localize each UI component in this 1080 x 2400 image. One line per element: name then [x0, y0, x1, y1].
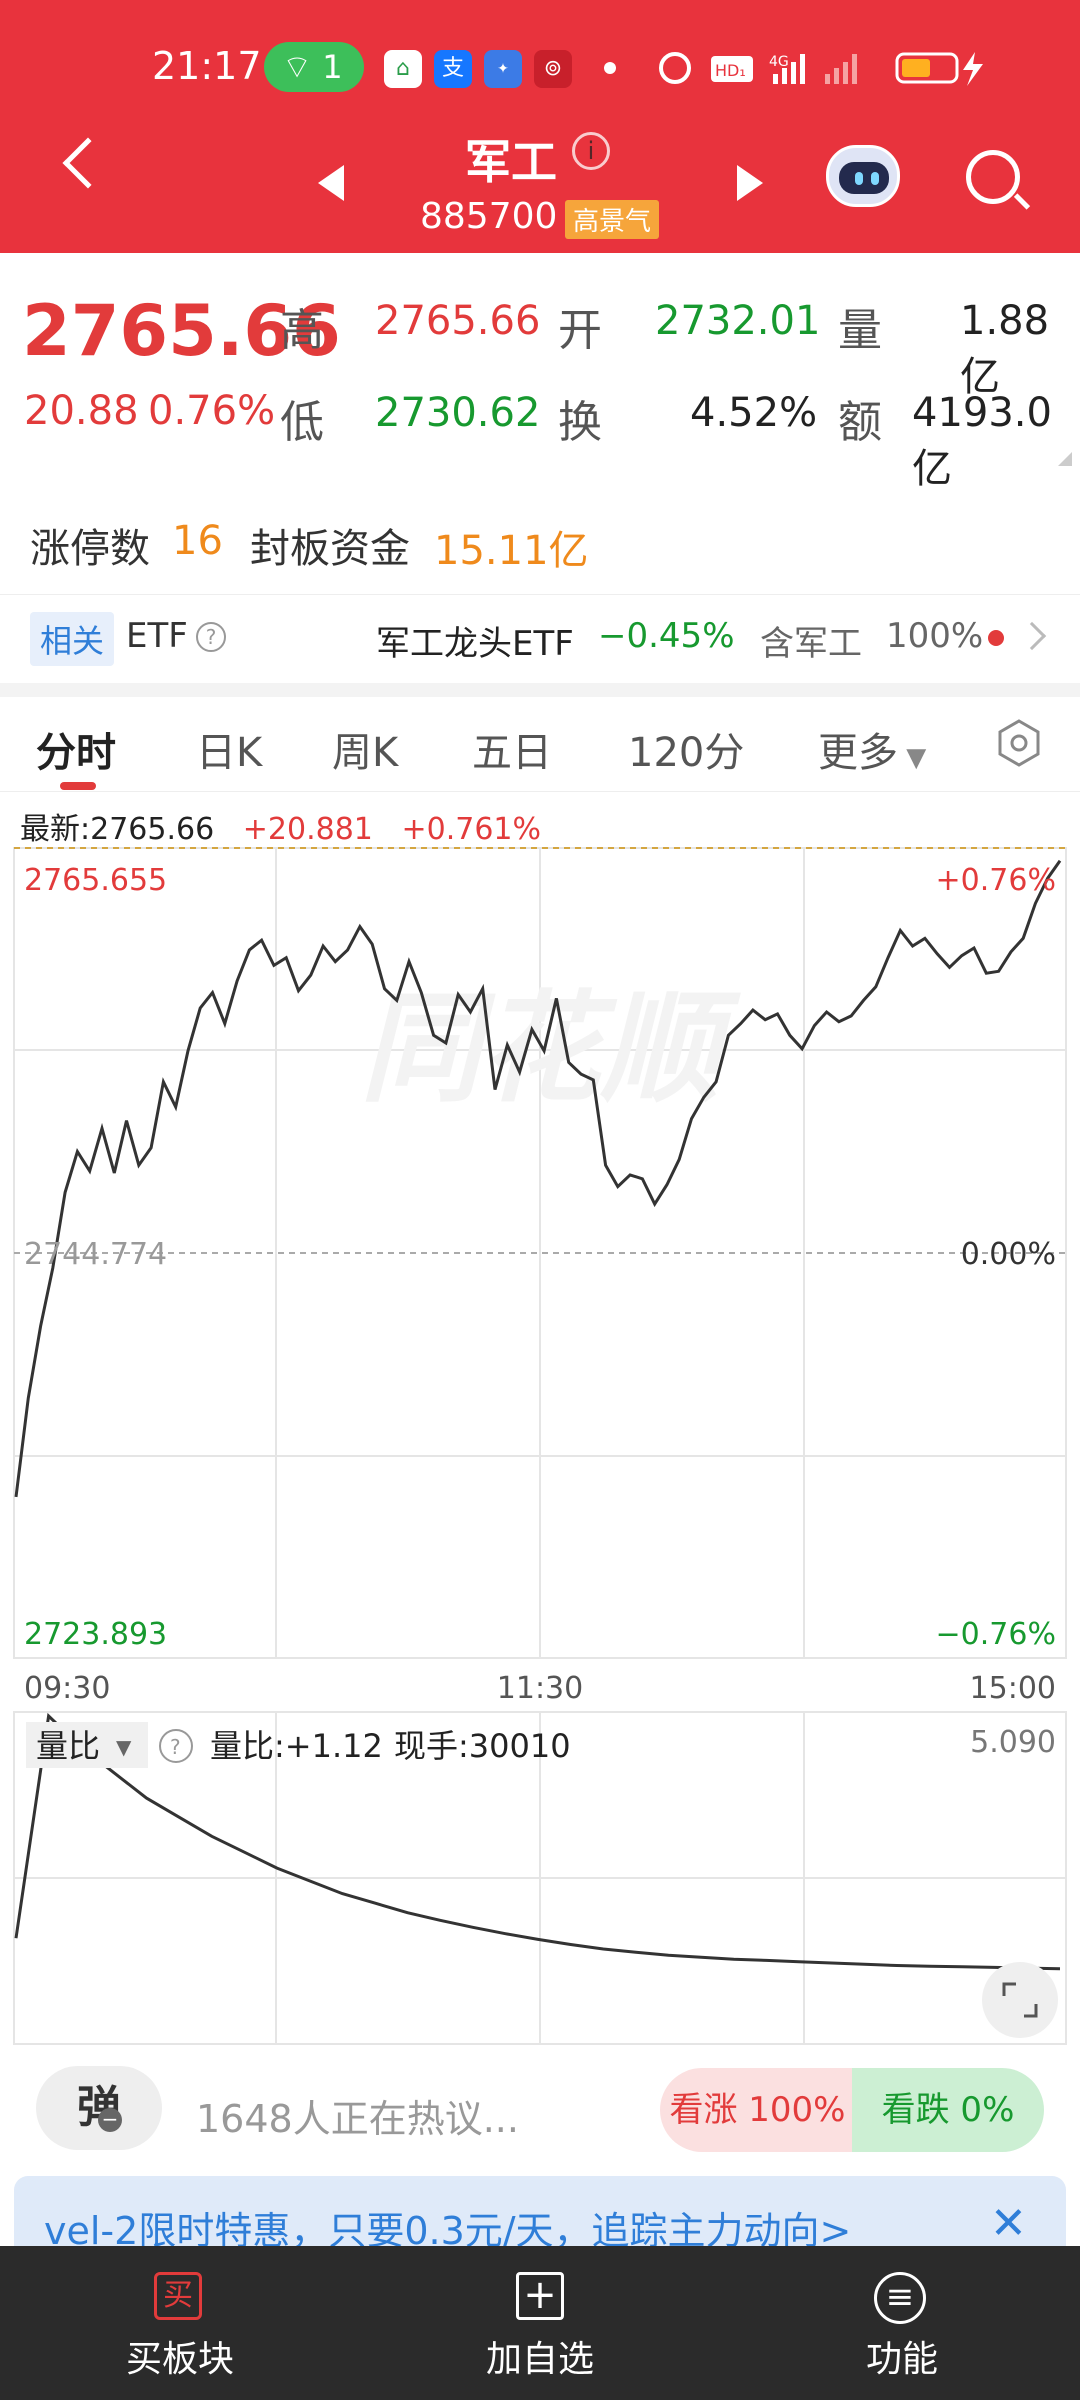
help-icon[interactable]: ?	[196, 622, 226, 652]
dropdown-arrow-icon: ▼	[116, 1735, 132, 1759]
nav-functions[interactable]: 功能	[866, 2330, 938, 2382]
add-icon: +	[516, 2272, 564, 2320]
price-change: 20.88	[24, 388, 139, 434]
svg-text:HD₁: HD₁	[715, 61, 746, 80]
tab-intraday[interactable]: 分时	[36, 720, 116, 778]
minus-icon: −	[98, 2108, 122, 2132]
seal-fund-value: 15.11亿	[434, 528, 589, 574]
app-notification-icon: ⌂	[384, 50, 422, 88]
turnover-label: 换	[558, 397, 602, 448]
y-top-label: 2765.655	[24, 863, 167, 898]
right-mid-label: 0.00%	[961, 1237, 1056, 1272]
page-title: 军工	[465, 135, 557, 189]
prev-index-button[interactable]	[318, 165, 344, 201]
watermark-logo: 同花顺	[360, 980, 741, 1119]
x-tick-label: 09:30	[24, 1671, 110, 1706]
tab-more[interactable]: 更多 ▼	[818, 720, 926, 778]
expand-corner-icon[interactable]	[1058, 452, 1072, 466]
open-value: 2732.01	[655, 298, 821, 344]
bearish-vote-button[interactable]: 看跌 0%	[852, 2068, 1044, 2152]
help-icon-glyph: ?	[170, 1735, 181, 1759]
related-tag: 相关	[30, 612, 115, 666]
wifi-hotspot-badge: ⌔ 1	[264, 42, 364, 92]
etf-label: ETF	[126, 616, 188, 656]
right-top-label: +0.76%	[936, 863, 1056, 898]
close-icon[interactable]: ✕	[990, 2198, 1027, 2249]
wifi-count: 1	[322, 48, 343, 86]
divider	[0, 683, 1080, 697]
tab-weekly-k[interactable]: 周K	[332, 720, 398, 778]
fullscreen-button[interactable]	[982, 1962, 1058, 2038]
danmaku-toggle[interactable]: 弹	[36, 2066, 162, 2150]
y-mid-label: 2744.774	[24, 1237, 167, 1272]
robot-assistant-icon[interactable]	[826, 145, 900, 207]
nav-add-watchlist[interactable]: 加自选	[486, 2330, 594, 2382]
limit-up-count: 16	[172, 518, 223, 564]
intraday-chart[interactable]: 同花顺 2765.655 2744.774 2723.893 +0.76% 0.…	[0, 840, 1080, 2050]
red-dot-badge	[988, 630, 1004, 646]
amount-value: 4193.0亿	[912, 390, 1052, 492]
etf-contains-pct: 100%	[886, 616, 984, 656]
tab-five-day[interactable]: 五日	[472, 720, 552, 778]
low-label: 低	[280, 397, 324, 448]
indicator-name: 量比	[36, 1727, 100, 1765]
alipay-icon: 支	[434, 50, 472, 88]
menu-icon: ≡	[874, 2272, 926, 2324]
ratio-value: 量比:+1.12	[210, 1727, 383, 1765]
low-value: 2730.62	[375, 390, 541, 436]
hot-discussion-text[interactable]: 1648人正在热议...	[196, 2088, 519, 2143]
status-time: 21:17	[152, 44, 262, 88]
active-tab-indicator	[60, 782, 96, 790]
more-notifications-dot	[604, 62, 616, 74]
search-icon[interactable]	[966, 150, 1020, 204]
tab-120min[interactable]: 120分	[628, 720, 744, 778]
next-index-button[interactable]	[737, 165, 763, 201]
etf-contains-label: 含军工	[760, 624, 862, 664]
sentiment-tag: 高景气	[565, 200, 660, 239]
open-label: 开	[558, 305, 602, 356]
high-value: 2765.66	[375, 298, 541, 344]
amount-label: 额	[838, 397, 882, 448]
y-bottom-label: 2723.893	[24, 1617, 167, 1652]
bullish-vote-button[interactable]: 看涨 100%	[660, 2068, 855, 2152]
svg-text:4G: 4G	[769, 54, 789, 70]
price-series-line	[14, 859, 1062, 1498]
right-bottom-label: −0.76%	[936, 1617, 1056, 1652]
index-code: 885700	[420, 196, 558, 237]
etf-change: −0.45%	[598, 616, 735, 656]
ratio-max-label: 5.090	[970, 1725, 1056, 1760]
buy-icon: 买	[154, 2272, 202, 2320]
nav-buy-sector[interactable]: 买板块	[126, 2330, 234, 2382]
turnover-value: 4.52%	[690, 390, 818, 436]
app-notification-icon: ✦	[484, 50, 522, 88]
tab-more-label: 更多	[818, 730, 898, 776]
status-icons: HD₁ 4G	[659, 52, 983, 86]
info-icon[interactable]: i	[572, 132, 610, 170]
limit-up-label: 涨停数	[30, 526, 150, 572]
volume-label: 量	[838, 305, 882, 356]
x-tick-label: 15:00	[970, 1671, 1056, 1706]
high-label: 高	[280, 305, 324, 356]
current-hand: 现手:30010	[394, 1727, 571, 1765]
bank-icon: ⊚	[534, 50, 572, 88]
price-change-pct: 0.76%	[148, 388, 276, 434]
x-tick-label: 11:30	[497, 1671, 583, 1706]
volume-value: 1.88亿	[960, 298, 1050, 400]
seal-fund-label: 封板资金	[250, 526, 410, 572]
dropdown-arrow-icon: ▼	[898, 743, 927, 773]
tab-daily-k[interactable]: 日K	[196, 720, 262, 778]
etf-name: 军工龙头ETF	[376, 624, 574, 664]
chart-settings-icon[interactable]	[994, 718, 1044, 768]
